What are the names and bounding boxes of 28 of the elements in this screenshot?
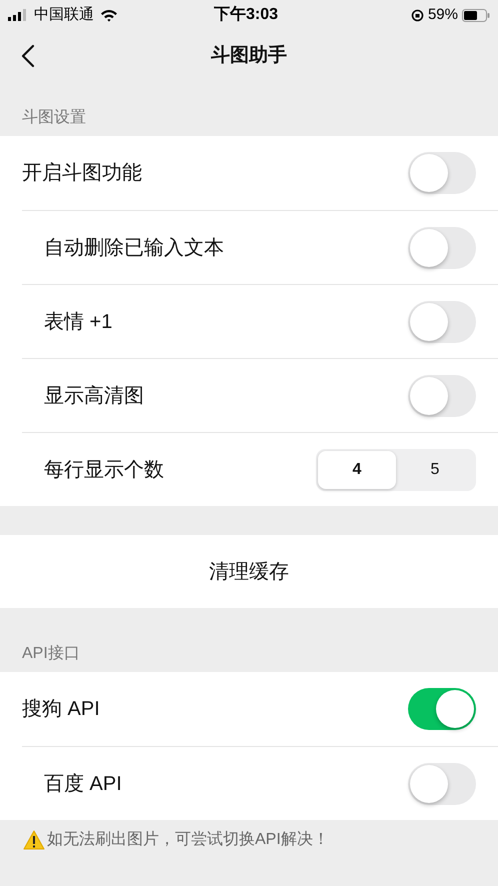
signal-icon bbox=[8, 9, 28, 21]
toggle-switch[interactable] bbox=[408, 300, 476, 342]
toggle-switch[interactable] bbox=[408, 226, 476, 268]
setting-label: 每行显示个数 bbox=[44, 458, 164, 482]
rotation-lock-icon bbox=[410, 8, 424, 22]
setting-label: 表情 +1 bbox=[44, 310, 112, 334]
toggle-switch[interactable] bbox=[408, 374, 476, 416]
toggle-switch[interactable] bbox=[408, 688, 476, 730]
warning-text: 如无法刷出图片，可尝试切换API解决！ bbox=[47, 830, 329, 850]
segment-option[interactable]: 5 bbox=[396, 450, 474, 488]
setting-label: 搜狗 API bbox=[22, 697, 100, 722]
setting-label: 开启斗图功能 bbox=[22, 161, 142, 186]
segment-option[interactable]: 4 bbox=[318, 450, 396, 488]
page-title: 斗图助手 bbox=[211, 44, 287, 68]
setting-label: 自动删除已输入文本 bbox=[44, 236, 224, 260]
clear-cache-button[interactable]: 清理缓存 bbox=[0, 535, 498, 608]
clock-time: 下午3:03 bbox=[214, 4, 278, 25]
setting-label: 百度 API bbox=[44, 772, 122, 796]
toggle-switch[interactable] bbox=[408, 152, 476, 194]
wifi-icon bbox=[100, 8, 118, 22]
battery-icon bbox=[462, 8, 490, 22]
carrier-name: 中国联通 bbox=[34, 4, 94, 25]
toggle-switch[interactable] bbox=[408, 762, 476, 804]
warning-icon bbox=[23, 830, 45, 850]
section-header: API接口 bbox=[22, 644, 80, 664]
setting-label: 显示高清图 bbox=[44, 384, 144, 408]
battery-percent: 59% bbox=[428, 4, 458, 25]
section-header: 斗图设置 bbox=[22, 108, 86, 128]
